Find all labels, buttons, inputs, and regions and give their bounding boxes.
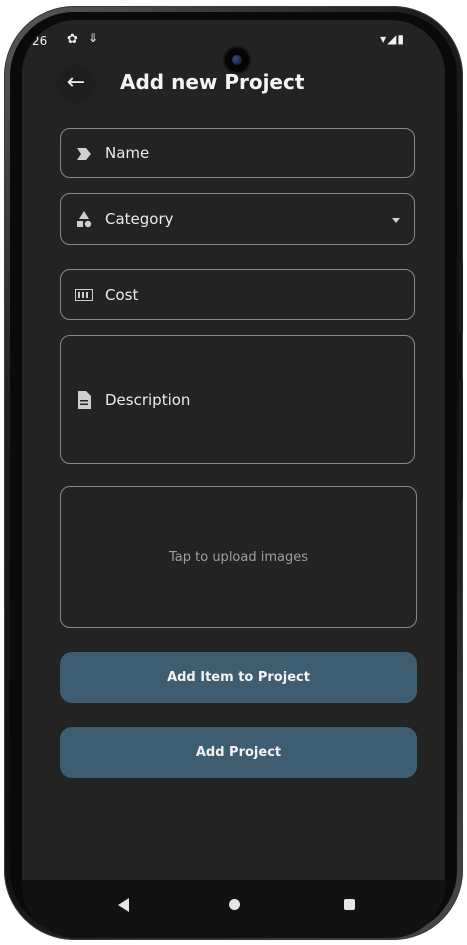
name-field[interactable]: Name [60,128,415,178]
nav-home-icon[interactable] [229,899,240,910]
power-button [459,380,463,500]
category-shapes-icon [75,210,93,228]
download-icon: ⇓ [88,31,99,45]
description-field[interactable]: Description [60,335,415,464]
status-time: :26 [28,34,48,48]
page-title: Add new Project [120,70,305,94]
app-bar: ← Add new Project [22,60,445,106]
system-nav-bar [22,880,445,938]
add-project-button[interactable]: Add Project [60,727,417,778]
nav-recents-icon[interactable] [344,899,355,910]
description-label: Description [105,391,191,409]
nav-back-icon[interactable] [118,898,129,912]
add-item-to-project-button[interactable]: Add Item to Project [60,652,417,703]
document-icon [75,391,93,409]
name-label: Name [105,144,150,162]
back-button[interactable]: ← [56,64,96,104]
volume-button [459,262,463,332]
category-label: Category [105,210,174,228]
money-icon [75,286,93,304]
upload-hint: Tap to upload images [169,550,308,565]
image-upload-area[interactable]: Tap to upload images [60,486,417,628]
cost-label: Cost [105,286,139,304]
signal-battery-icons: ▾◢▮ [380,32,405,46]
cost-field[interactable]: Cost [60,269,415,320]
label-tag-icon [75,145,93,163]
dropdown-arrow-icon [392,218,400,223]
arrow-left-icon: ← [66,70,86,95]
app-screen: :26 ✿ ⇓ ▾◢▮ ← Add new Project Name Categ… [22,20,445,938]
gear-icon: ✿ [67,32,78,47]
category-dropdown[interactable]: Category [60,193,415,245]
